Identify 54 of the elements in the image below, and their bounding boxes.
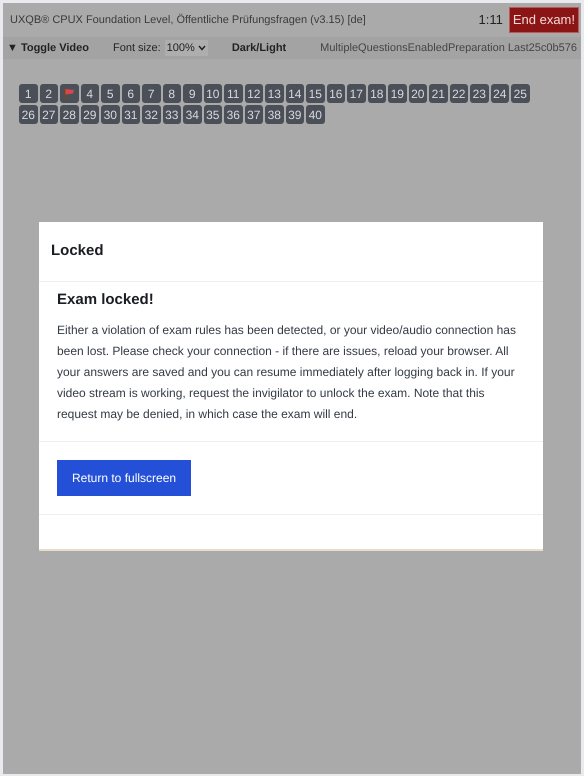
question-button[interactable]: 39 <box>286 105 304 124</box>
question-button[interactable]: 32 <box>142 105 160 124</box>
chevron-down-icon <box>198 45 206 51</box>
question-button[interactable]: 15 <box>306 84 324 103</box>
question-button[interactable]: 20 <box>408 84 427 103</box>
question-button[interactable]: 31 <box>122 105 140 124</box>
question-button[interactable]: 1 <box>19 84 38 103</box>
question-button[interactable]: 21 <box>429 84 448 103</box>
question-button[interactable]: 4 <box>80 84 99 103</box>
question-button[interactable]: 34 <box>183 105 202 124</box>
question-button[interactable]: 30 <box>101 105 120 124</box>
flag-icon <box>62 86 76 100</box>
question-button[interactable]: 19 <box>388 84 406 103</box>
question-button[interactable]: 33 <box>162 105 181 124</box>
question-button[interactable]: 24 <box>490 84 509 103</box>
question-button[interactable]: 14 <box>286 84 304 103</box>
font-size-select[interactable]: 100% <box>164 40 208 56</box>
question-button[interactable]: 13 <box>265 84 284 103</box>
session-info: MultipleQuestionsEnabledPreparation Last25c0b576 <box>320 40 577 56</box>
dialog-message: Either a violation of exam rules has been detected, or your video/audio connection has been lost. Please check your connection - if there are issues, reload your browser. All your answers are saved and you can resume immediately after logging back in. If your video stream is working, request the invigilator to unlock the exam. Note that this request may be denied, in which case the exam will end. <box>57 322 517 422</box>
question-button[interactable]: 5 <box>101 84 120 103</box>
font-size-label: Font size: <box>112 40 161 56</box>
question-button[interactable]: 6 <box>122 84 140 103</box>
question-button[interactable]: 25 <box>511 84 530 103</box>
question-button[interactable]: 7 <box>142 84 160 103</box>
question-button[interactable]: 22 <box>450 84 468 103</box>
exam-title: UXQB® CPUX Foundation Level, Öffentliche Prüfungsfragen (v3.15) [de] <box>10 12 367 28</box>
question-button[interactable]: 26 <box>19 105 38 124</box>
question-button[interactable]: 38 <box>265 105 284 124</box>
question-button[interactable]: 9 <box>183 84 202 103</box>
question-button[interactable]: 40 <box>306 105 324 124</box>
question-button[interactable]: 10 <box>204 84 222 103</box>
question-button[interactable]: 12 <box>244 84 263 103</box>
dark-light-toggle[interactable]: Dark/Light <box>232 40 286 56</box>
question-button[interactable]: 11 <box>224 84 242 103</box>
timer: 1:11 <box>478 11 503 30</box>
flagged-question-button[interactable] <box>60 84 78 103</box>
dialog-title: Locked <box>51 241 104 262</box>
return-to-fullscreen-button[interactable]: Return to fullscreen <box>57 460 192 496</box>
question-button[interactable]: 18 <box>368 84 386 103</box>
question-button[interactable]: 28 <box>60 105 78 124</box>
question-button[interactable]: 35 <box>204 105 222 124</box>
toggle-video-button[interactable]: ▼ Toggle Video <box>7 40 89 56</box>
question-button[interactable]: 16 <box>326 84 345 103</box>
question-button[interactable]: 37 <box>244 105 263 124</box>
end-exam-button[interactable]: End exam! <box>508 7 579 33</box>
question-button[interactable]: 17 <box>347 84 366 103</box>
question-button[interactable]: 29 <box>80 105 99 124</box>
question-button[interactable]: 8 <box>162 84 181 103</box>
question-button[interactable]: 36 <box>224 105 242 124</box>
question-button[interactable]: 27 <box>40 105 58 124</box>
dialog-heading: Exam locked! <box>57 290 155 310</box>
question-button[interactable]: 23 <box>470 84 488 103</box>
question-button[interactable]: 2 <box>40 84 58 103</box>
